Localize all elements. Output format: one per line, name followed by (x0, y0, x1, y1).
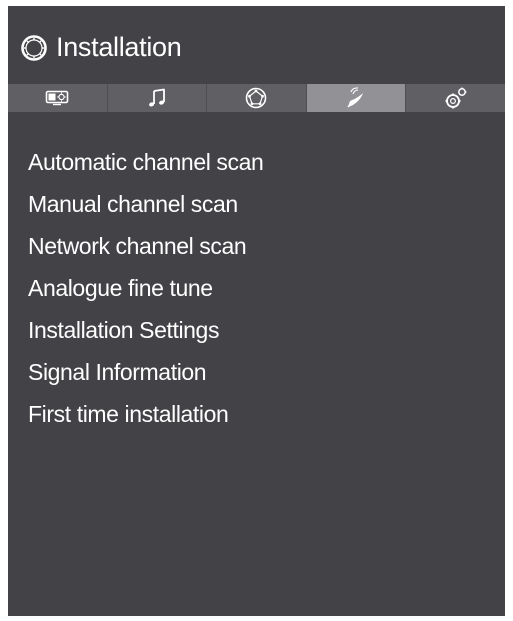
menu-item-manual-channel-scan[interactable]: Manual channel scan (28, 190, 263, 232)
settings-gear-icon (444, 87, 468, 109)
tab-installation[interactable] (306, 84, 407, 112)
menu-item-signal-information[interactable]: Signal Information (28, 358, 263, 400)
tab-sound[interactable] (108, 84, 208, 112)
music-note-icon (147, 88, 167, 108)
globe-network-icon (245, 87, 267, 109)
page-title: Installation (56, 32, 182, 62)
tab-settings[interactable] (406, 84, 505, 112)
installation-menu-list: Automatic channel scan Manual channel sc… (28, 148, 264, 442)
menu-item-first-time-installation[interactable]: First time installation (28, 400, 263, 442)
menu-item-analogue-fine-tune[interactable]: Analogue fine tune (28, 274, 263, 316)
menu-item-automatic-channel-scan[interactable]: Automatic channel scan (28, 148, 264, 190)
category-tab-bar (8, 84, 505, 112)
title-bar: Installation (8, 6, 505, 84)
menu-item-installation-settings[interactable]: Installation Settings (28, 316, 263, 358)
installation-menu-panel: Installation Automatic channel scan Manu… (8, 6, 505, 616)
tab-network[interactable] (207, 84, 307, 112)
gear-ring-icon (20, 34, 48, 62)
tab-picture[interactable] (8, 84, 108, 112)
menu-item-network-channel-scan[interactable]: Network channel scan (28, 232, 263, 274)
satellite-dish-icon (344, 87, 368, 109)
picture-icon (45, 90, 69, 106)
